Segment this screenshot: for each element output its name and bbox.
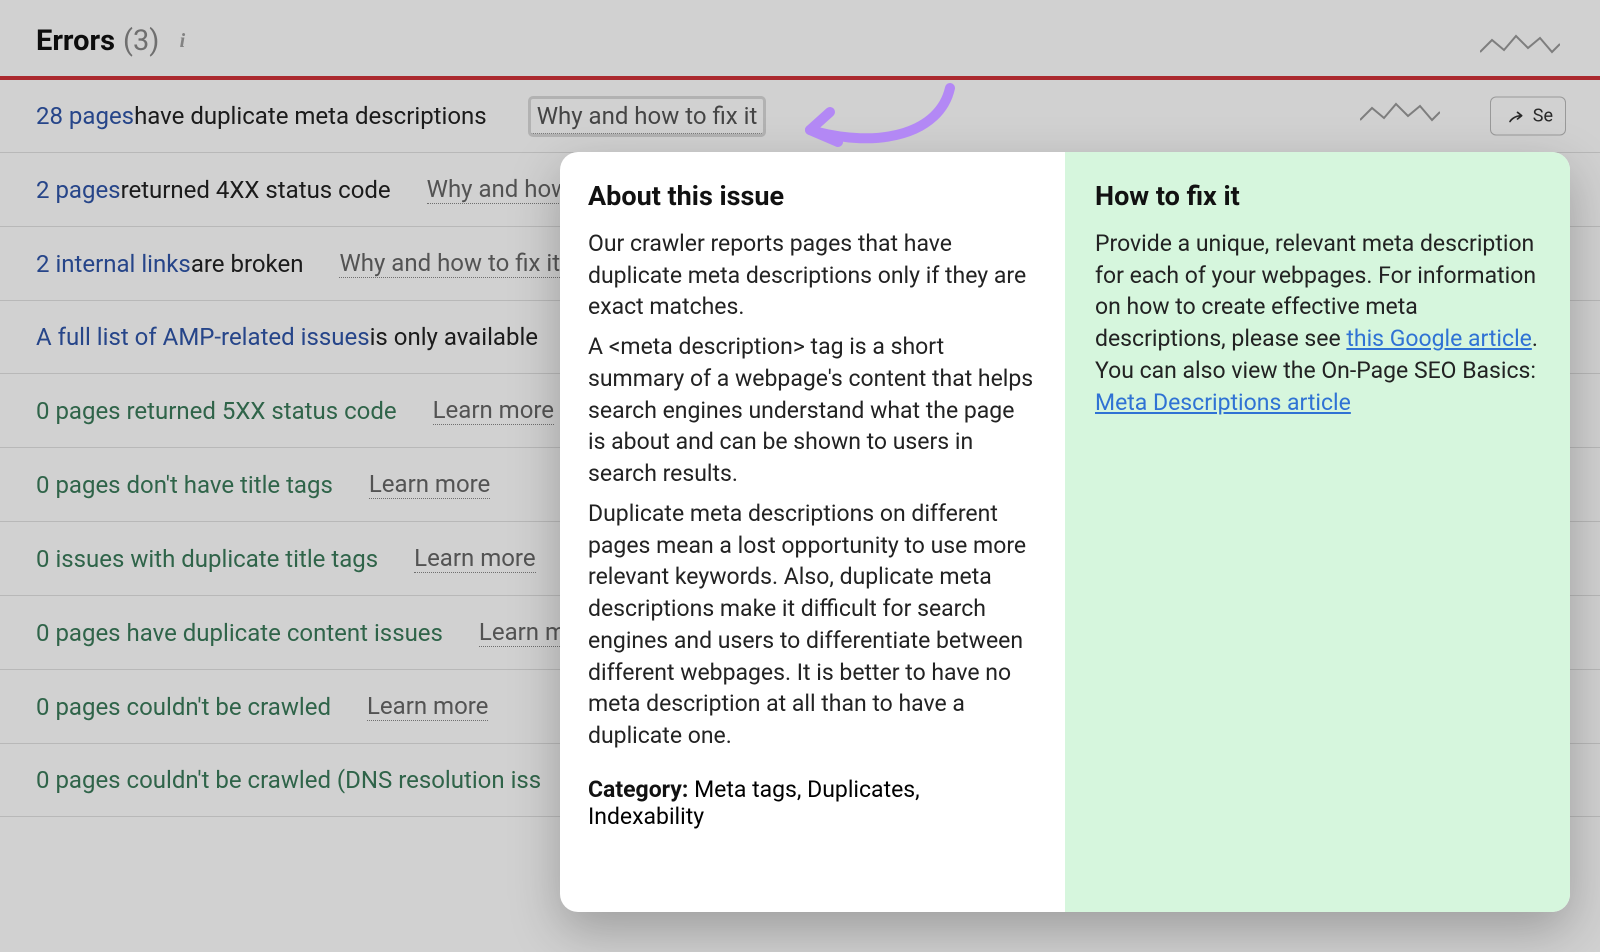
about-text: Duplicate meta descriptions on different… (588, 498, 1037, 752)
fix-text: Provide a unique, relevant meta descript… (1095, 228, 1542, 355)
fix-text-part: . (1532, 325, 1538, 352)
fix-text-part: You can also view the On-Page SEO Basics… (1095, 357, 1536, 384)
about-panel: About this issue Our crawler reports pag… (560, 152, 1065, 912)
category-line: Category: Meta tags, Duplicates, Indexab… (588, 776, 1037, 830)
meta-descriptions-article-link[interactable]: Meta Descriptions article (1095, 389, 1351, 416)
fix-panel: How to fix it Provide a unique, relevant… (1065, 152, 1570, 912)
google-article-link[interactable]: this Google article (1346, 325, 1531, 352)
about-text: A <meta description> tag is a short summ… (588, 331, 1037, 490)
about-text: Our crawler reports pages that have dupl… (588, 228, 1037, 323)
fix-heading: How to fix it (1095, 180, 1542, 212)
fix-text: You can also view the On-Page SEO Basics… (1095, 355, 1542, 418)
category-label: Category: (588, 776, 688, 803)
about-heading: About this issue (588, 180, 1037, 212)
issue-help-popover: About this issue Our crawler reports pag… (560, 152, 1570, 912)
